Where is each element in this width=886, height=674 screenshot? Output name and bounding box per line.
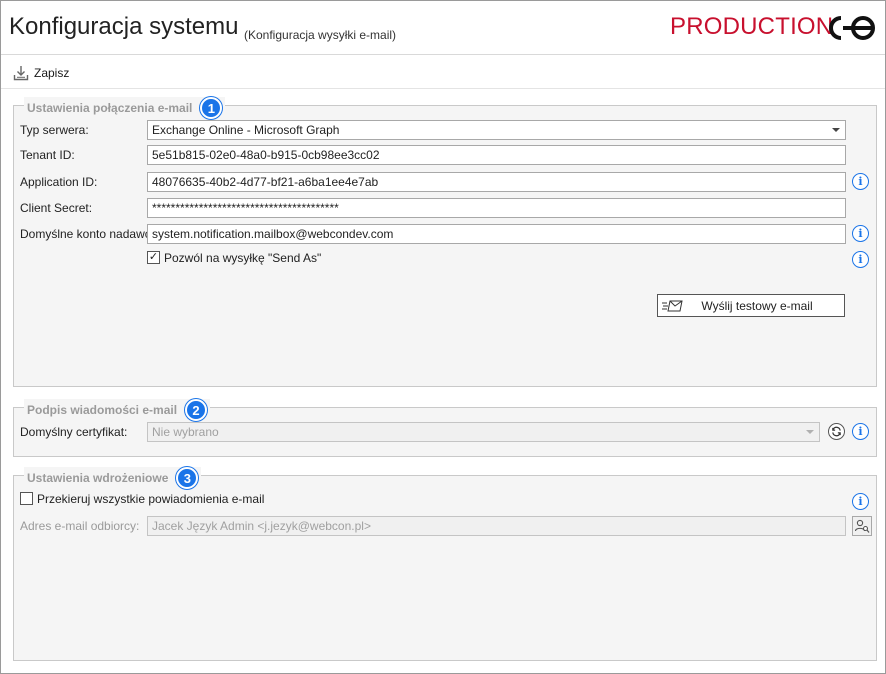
recipient-input[interactable]: Jacek Język Admin <j.jezyk@webcon.pl> [147,516,846,536]
save-download-icon [13,66,29,81]
envelope-send-icon [662,300,683,311]
application-id-info-icon[interactable]: i [852,173,869,190]
certificate-value: Nie wybrano [152,425,219,439]
chevron-down-icon [832,128,840,132]
chevron-down-icon [806,430,814,434]
certificate-select[interactable]: Nie wybrano [147,422,820,442]
certificate-label: Domyślny certyfikat: [20,425,128,439]
section-badge-3: 3 [176,467,199,489]
application-id-input[interactable]: 48076635-40b2-4d77-bf21-a6ba1ee4e7ab [147,172,846,192]
server-type-label: Typ serwera: [20,123,89,137]
default-sender-label: Domyślne konto nadawcy: [20,227,161,241]
server-type-select[interactable]: Exchange Online - Microsoft Graph [147,120,846,140]
tenant-id-input[interactable]: 5e51b815-02e0-48a0-b915-0cb98ee3cc02 [147,145,846,165]
environment-label: PRODUCTION [670,13,834,40]
connection-settings-group: Ustawienia połączenia e-mail 1 Typ serwe… [13,97,877,387]
redirect-label: Przekieruj wszystkie powiadomienia e-mai… [37,492,265,506]
user-search-button[interactable] [852,516,872,536]
connection-settings-legend: Ustawienia połączenia e-mail 1 [24,97,226,119]
header: Konfiguracja systemu (Konfiguracja wysył… [1,1,885,55]
page-subtitle: (Konfiguracja wysyłki e-mail) [244,28,397,42]
content-area: Ustawienia połączenia e-mail 1 Typ serwe… [1,89,885,673]
send-test-email-button[interactable]: Wyślij testowy e-mail [657,294,845,317]
send-test-email-label: Wyślij testowy e-mail [701,298,813,313]
webcon-logo-icon [829,16,875,40]
send-as-checkbox[interactable]: ✓ [147,251,160,264]
deployment-group: Ustawienia wdrożeniowe 3 Przekieruj wszy… [13,467,877,661]
redirect-info-icon[interactable]: i [852,493,869,510]
server-type-value: Exchange Online - Microsoft Graph [152,123,340,137]
signature-title: Podpis wiadomości e-mail [27,403,178,417]
application-id-label: Application ID: [20,175,98,189]
section-badge-2: 2 [185,399,208,421]
client-secret-input[interactable]: **************************************** [147,198,846,218]
certificate-info-icon[interactable]: i [852,423,869,440]
signature-group: Podpis wiadomości e-mail 2 Domyślny cert… [13,399,877,457]
save-button[interactable]: Zapisz [13,62,69,84]
user-search-icon [854,519,870,533]
deployment-title: Ustawienia wdrożeniowe [27,471,169,485]
signature-legend: Podpis wiadomości e-mail 2 [24,399,211,421]
checkmark-icon: ✓ [148,251,159,263]
redirect-checkbox[interactable] [20,492,33,505]
config-window: Konfiguracja systemu (Konfiguracja wysył… [0,0,886,674]
recipient-label: Adres e-mail odbiorcy: [20,519,140,533]
deployment-legend: Ustawienia wdrożeniowe 3 [24,467,202,489]
save-button-label: Zapisz [34,66,70,80]
client-secret-label: Client Secret: [20,201,93,215]
section-badge-1: 1 [200,97,223,119]
toolbar: Zapisz [1,55,885,89]
connection-settings-title: Ustawienia połączenia e-mail [27,101,193,115]
refresh-icon[interactable] [828,423,845,440]
send-as-info-icon[interactable]: i [852,251,869,268]
tenant-id-label: Tenant ID: [20,148,75,162]
refresh-arrows-icon [832,426,841,437]
default-sender-info-icon[interactable]: i [852,225,869,242]
default-sender-input[interactable]: system.notification.mailbox@webcondev.co… [147,224,846,244]
send-as-label: Pozwól na wysyłkę "Send As" [164,251,322,265]
page-title: Konfiguracja systemu [9,13,239,40]
